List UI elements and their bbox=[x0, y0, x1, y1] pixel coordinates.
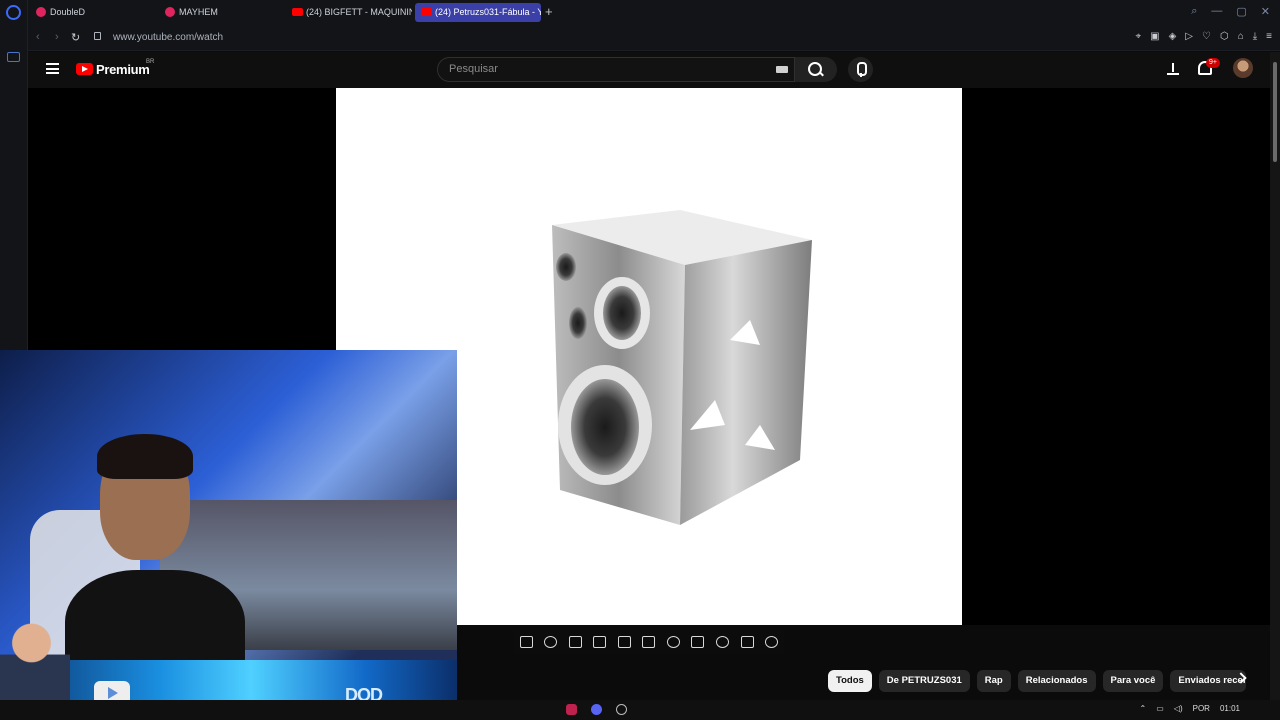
address-bar: ‹ › ↻ www.youtube.com/watch ⌖ ▣ ◈ ▷ ♡ ⬡ … bbox=[28, 25, 1280, 51]
sidebar-panel-icon[interactable] bbox=[7, 52, 20, 62]
player-extra-controls bbox=[514, 630, 784, 654]
youtube-favicon-icon bbox=[421, 8, 432, 16]
chip-channel[interactable]: De PETRUZS031 bbox=[878, 670, 970, 692]
watch-later-icon[interactable] bbox=[568, 636, 582, 648]
hamburger-menu-icon[interactable] bbox=[46, 63, 59, 74]
chip-for-you[interactable]: Para você bbox=[1102, 670, 1164, 692]
heart-icon[interactable]: ♡ bbox=[1202, 31, 1211, 42]
search-input[interactable]: Pesquisar bbox=[437, 57, 795, 82]
window-controls: ⌕ — ▢ ✕ bbox=[1191, 5, 1270, 18]
extension-icons: ⌖ ▣ ◈ ▷ ♡ ⬡ ⌂ ⤓ ≡ bbox=[1135, 31, 1272, 42]
brand-label[interactable]: Premium bbox=[96, 62, 150, 77]
network-icon[interactable]: ▭ bbox=[1156, 704, 1164, 713]
screenshot-icon[interactable] bbox=[716, 636, 730, 648]
volume-icon[interactable]: ◁) bbox=[1174, 704, 1183, 713]
notification-badge: 9+ bbox=[1206, 58, 1220, 68]
snapshot-icon[interactable]: ▣ bbox=[1150, 31, 1159, 42]
broadcast-icon[interactable] bbox=[544, 636, 558, 648]
download-icon[interactable]: ⤓ bbox=[1253, 31, 1257, 42]
webcam-person bbox=[65, 434, 245, 700]
youtube-favicon-icon bbox=[292, 8, 303, 16]
tab-bigfett[interactable]: (24) BIGFETT - MAQUININHA bbox=[286, 3, 412, 22]
speaker-illustration bbox=[552, 210, 812, 525]
language-indicator[interactable]: POR bbox=[1193, 704, 1210, 713]
scroll-thumb[interactable] bbox=[1273, 62, 1277, 162]
recommendation-chips: Todos De PETRUZS031 Rap Relacionados Par… bbox=[828, 670, 1247, 692]
pin-icon[interactable]: ⌖ bbox=[1135, 31, 1141, 42]
search-tabs-icon[interactable]: ⌕ bbox=[1191, 5, 1197, 18]
chip-rap[interactable]: Rap bbox=[976, 670, 1011, 692]
url-field[interactable]: www.youtube.com/watch bbox=[113, 32, 223, 43]
search-button[interactable] bbox=[795, 57, 837, 82]
youtube-logo-icon[interactable] bbox=[76, 63, 93, 75]
mic-icon[interactable] bbox=[848, 57, 873, 82]
minimize-icon[interactable]: — bbox=[1211, 5, 1222, 18]
wallet-icon[interactable]: ⌂ bbox=[1238, 31, 1244, 42]
keyboard-icon[interactable] bbox=[776, 66, 788, 73]
avatar[interactable] bbox=[1233, 58, 1253, 78]
tray-chevron-icon[interactable]: ⌃ bbox=[1140, 704, 1147, 713]
instagram-favicon-icon bbox=[165, 7, 175, 17]
settings-gear-icon[interactable] bbox=[765, 636, 779, 648]
instagram-favicon-icon bbox=[36, 7, 46, 17]
theater-icon[interactable] bbox=[642, 636, 656, 648]
menu-icon[interactable]: ≡ bbox=[1266, 31, 1272, 42]
back-icon[interactable]: ‹ bbox=[36, 31, 40, 43]
tab-mayhem[interactable]: MAYHEM bbox=[159, 3, 285, 22]
chip-related[interactable]: Relacionados bbox=[1017, 670, 1096, 692]
play-icon[interactable]: ▷ bbox=[1185, 31, 1193, 42]
screen: DoubleD MAYHEM (24) BIGFETT - MAQUININHA… bbox=[0, 0, 1280, 720]
clock[interactable]: 01:01 bbox=[1220, 704, 1240, 713]
miniplayer-icon[interactable] bbox=[617, 636, 631, 648]
chip-recent[interactable]: Enviados recentemente bbox=[1170, 670, 1247, 692]
close-icon[interactable]: ✕ bbox=[1261, 5, 1270, 18]
tab-doubled[interactable]: DoubleD bbox=[30, 3, 158, 22]
tab-petruzs031[interactable]: (24) Petruzs031-Fábula - YouTube bbox=[415, 3, 541, 22]
flask-icon[interactable] bbox=[740, 636, 754, 648]
forward-icon[interactable]: › bbox=[55, 31, 59, 43]
tab-bar: DoubleD MAYHEM (24) BIGFETT - MAQUININHA… bbox=[28, 0, 1280, 25]
clapper-icon[interactable] bbox=[593, 636, 607, 648]
reload-icon[interactable]: ↻ bbox=[71, 31, 80, 44]
youtube-header: Premium BR Pesquisar 9+ bbox=[28, 52, 1270, 88]
country-code: BR bbox=[146, 59, 155, 65]
upload-icon[interactable] bbox=[1167, 61, 1179, 75]
app-taskbar-icon[interactable] bbox=[616, 704, 627, 715]
webcam-overlay: DOD bbox=[0, 350, 457, 720]
system-tray: ⌃ ▭ ◁) POR 01:01 bbox=[1140, 704, 1240, 713]
add-icon[interactable] bbox=[691, 636, 705, 648]
lock-icon bbox=[94, 32, 101, 40]
new-tab-icon[interactable]: + bbox=[545, 4, 553, 19]
page-scrollbar[interactable] bbox=[1270, 52, 1280, 700]
loop-icon[interactable] bbox=[519, 636, 533, 648]
discord-taskbar-icon[interactable] bbox=[591, 704, 602, 715]
extensions-icon[interactable]: ⬡ bbox=[1220, 31, 1229, 42]
taskbar: ⌃ ▭ ◁) POR 01:01 bbox=[0, 700, 1280, 720]
opera-taskbar-icon[interactable] bbox=[566, 704, 577, 715]
chip-todos[interactable]: Todos bbox=[828, 670, 872, 692]
maximize-icon[interactable]: ▢ bbox=[1236, 5, 1246, 18]
opera-logo-icon[interactable] bbox=[6, 5, 21, 20]
speed-icon[interactable] bbox=[666, 636, 680, 648]
shield-icon[interactable]: ◈ bbox=[1169, 31, 1177, 42]
